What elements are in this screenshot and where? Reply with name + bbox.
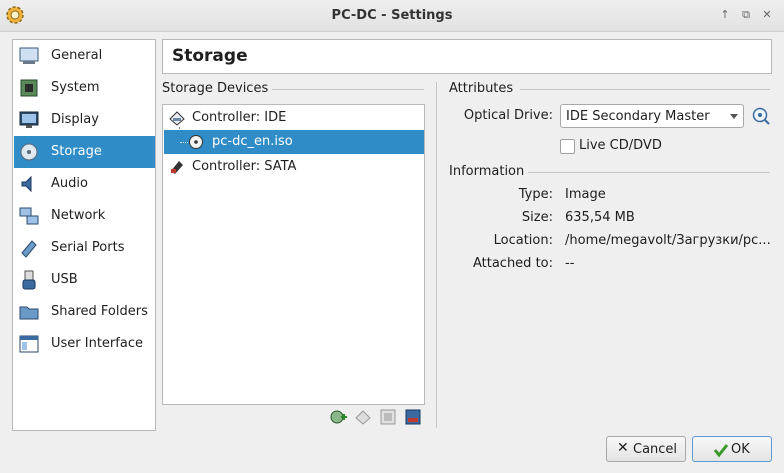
attributes-header: Attributes (449, 81, 514, 96)
tree-item-label: pc-dc_en.iso (212, 134, 293, 149)
info-attached-value: -- (565, 256, 575, 271)
sidebar-item-storage[interactable]: Storage (14, 136, 155, 168)
remove-controller-icon[interactable] (404, 408, 422, 426)
storage-tree[interactable]: Controller: IDE pc-dc_en.iso Controller:… (162, 104, 425, 405)
sidebar-item-label: General (51, 48, 103, 63)
ide-controller-icon (169, 111, 185, 126)
network-icon (19, 207, 39, 225)
ok-label: OK (731, 442, 750, 457)
divider (520, 89, 770, 90)
settings-sidebar: General System Display Storage Audio Net… (12, 39, 156, 431)
display-icon (19, 111, 39, 128)
audio-icon (21, 175, 32, 193)
window-title: PC-DC - Settings (331, 8, 453, 23)
sidebar-item-network[interactable]: Network (14, 200, 155, 232)
sidebar-item-label: User Interface (51, 336, 143, 351)
tree-item-label: Controller: IDE (192, 110, 287, 125)
chevron-down-icon (730, 114, 738, 119)
general-icon (19, 47, 39, 64)
cancel-label: Cancel (633, 442, 678, 457)
sidebar-item-usb[interactable]: USB (14, 264, 155, 296)
system-icon (20, 79, 38, 97)
vertical-divider (436, 82, 437, 428)
info-size-label: Size: (521, 210, 553, 225)
checkmark-icon (713, 444, 729, 458)
optical-disc-icon (189, 135, 203, 149)
sidebar-item-label: USB (51, 272, 78, 287)
shared-folders-icon (19, 306, 39, 320)
info-attached-label: Attached to: (472, 256, 553, 271)
sidebar-item-display[interactable]: Display (14, 104, 155, 136)
sidebar-item-system[interactable]: System (14, 72, 155, 104)
optical-drive-value: IDE Secondary Master (566, 109, 710, 124)
ok-button[interactable]: OK (692, 436, 772, 462)
sidebar-item-shared-folders[interactable]: Shared Folders (14, 296, 155, 328)
close-icon: ✕ (617, 440, 629, 456)
add-controller-icon[interactable] (379, 408, 397, 426)
cancel-button[interactable]: ✕ Cancel (606, 436, 686, 462)
live-cd-checkbox[interactable] (560, 139, 575, 154)
sidebar-item-serial-ports[interactable]: Serial Ports (14, 232, 155, 264)
sidebar-item-label: Network (51, 208, 106, 223)
usb-icon (22, 270, 36, 290)
sata-controller-icon (171, 161, 183, 174)
add-attachment-icon[interactable] (329, 408, 347, 426)
information-header: Information (449, 164, 525, 179)
page-header: Storage (162, 39, 772, 74)
page-title: Storage (172, 46, 248, 66)
info-location-value: /home/megavolt/Загрузки/pc... (565, 233, 771, 248)
optical-drive-label: Optical Drive: (463, 108, 553, 123)
sidebar-item-label: Storage (51, 144, 102, 159)
info-size-value: 635,54 MB (565, 210, 635, 225)
maximize-arrow-icon[interactable]: ↑ (716, 7, 734, 23)
divider (528, 172, 770, 173)
storage-devices-header: Storage Devices (162, 81, 269, 96)
remove-attachment-icon[interactable] (354, 408, 372, 426)
sidebar-item-label: Display (51, 112, 99, 127)
tree-branch-line (180, 142, 188, 143)
sidebar-item-label: System (51, 80, 100, 95)
sidebar-item-audio[interactable]: Audio (14, 168, 155, 200)
info-type-label: Type: (518, 187, 553, 202)
divider (272, 89, 424, 90)
live-cd-label[interactable]: Live CD/DVD (579, 138, 662, 153)
tree-item-label: Controller: SATA (192, 159, 297, 174)
info-type-value: Image (565, 187, 606, 202)
serial-ports-icon (21, 240, 37, 258)
choose-disk-icon[interactable] (751, 106, 771, 126)
info-location-label: Location: (493, 233, 553, 248)
tree-item-sata-controller[interactable]: Controller: SATA (164, 155, 424, 179)
restore-icon[interactable]: ⧉ (737, 7, 755, 23)
storage-icon (20, 143, 38, 161)
user-interface-icon (19, 335, 39, 353)
optical-drive-select[interactable]: IDE Secondary Master (560, 104, 744, 128)
close-icon[interactable]: ✕ (758, 7, 776, 23)
sidebar-item-label: Shared Folders (51, 304, 148, 319)
sidebar-item-user-interface[interactable]: User Interface (14, 328, 155, 360)
tree-item-ide-controller[interactable]: Controller: IDE (164, 106, 424, 130)
sidebar-item-label: Serial Ports (51, 240, 125, 255)
tree-item-iso-attachment[interactable]: pc-dc_en.iso (164, 130, 424, 154)
sidebar-item-general[interactable]: General (14, 40, 155, 72)
sidebar-item-label: Audio (51, 176, 88, 191)
